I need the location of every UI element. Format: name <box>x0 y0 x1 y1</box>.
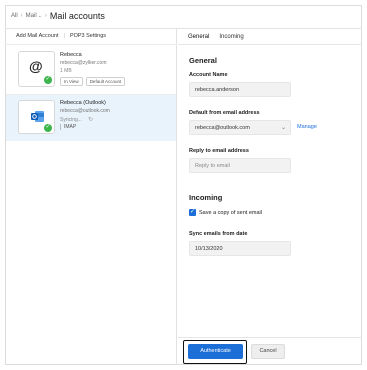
authenticate-button[interactable]: Authenticate <box>188 344 243 359</box>
page-title: Mail accounts <box>49 11 105 21</box>
account-name: Rebecca (Outlook) <box>60 100 106 106</box>
check-icon: ✓ <box>43 123 53 133</box>
save-copy-label: Save a copy of sent email <box>199 209 262 216</box>
account-avatar: ✓ <box>18 100 55 134</box>
reply-to-label: Reply to email address <box>189 148 249 154</box>
general-section-title: General <box>189 56 217 65</box>
add-mail-account-button[interactable]: Add Mail Account <box>16 33 59 39</box>
check-icon: ✓ <box>43 75 53 85</box>
account-chips: In View Default Account <box>60 77 126 86</box>
account-size: 1 MB <box>60 68 72 74</box>
incoming-section-title: Incoming <box>189 193 223 202</box>
account-item-rebecca-outlook[interactable]: ✓ Rebecca (Outlook) rebecca@outlook.com … <box>6 95 176 141</box>
manage-link[interactable]: Manage <box>297 124 317 130</box>
account-name: Rebecca <box>60 52 82 58</box>
account-email: rebecca@outlook.com <box>60 108 110 114</box>
in-view-chip: In View <box>60 77 83 86</box>
breadcrumb-item-all[interactable]: All <box>11 13 18 19</box>
breadcrumb: All › Mail ⌄ › Mail accounts <box>11 8 105 24</box>
chevron-down-icon[interactable]: ⌄ <box>38 13 42 19</box>
default-from-label: Default from email address <box>189 110 260 116</box>
default-from-select[interactable]: rebecca@outlook.com ⌄ <box>189 120 291 135</box>
breadcrumb-item-mail[interactable]: Mail <box>26 13 37 19</box>
cancel-button[interactable]: Cancel <box>251 344 285 359</box>
protocol-tag: IMAP <box>60 124 76 130</box>
toolbar-separator: | <box>63 33 65 39</box>
reply-to-input[interactable]: Reply to email <box>189 158 291 173</box>
breadcrumb-separator: › <box>20 13 23 19</box>
accounts-toolbar: Add Mail Account | POP3 Settings <box>16 33 106 39</box>
account-name-input[interactable]: rebecca.anderson <box>189 82 291 97</box>
footer-divider <box>178 337 361 338</box>
at-icon: @ <box>29 58 43 74</box>
default-from-value: rebecca@outlook.com <box>195 125 250 131</box>
outlook-icon <box>31 111 44 122</box>
tab-incoming[interactable]: Incoming <box>219 31 243 45</box>
breadcrumb-separator: › <box>44 13 47 19</box>
sync-from-label: Sync emails from date <box>189 231 248 237</box>
account-name-label: Account Name <box>189 72 228 78</box>
account-email: rebecca@zylker.com <box>60 60 107 66</box>
account-avatar: @ ✓ <box>18 51 55 87</box>
account-item-rebecca[interactable]: @ ✓ Rebecca rebecca@zylker.com 1 MB In V… <box>6 46 176 94</box>
pop3-settings-button[interactable]: POP3 Settings <box>70 33 106 39</box>
sync-status-text: Syncing... <box>60 117 82 123</box>
save-copy-option[interactable]: ✓ Save a copy of sent email <box>189 209 262 216</box>
sync-icon[interactable]: ↻ <box>88 116 93 123</box>
toolbar-divider <box>5 44 177 45</box>
tab-general[interactable]: General <box>188 31 210 45</box>
chevron-down-icon: ⌄ <box>280 125 286 131</box>
settings-tabs: General Incoming <box>188 31 254 45</box>
account-sync-status: Syncing... ↻ <box>60 116 93 123</box>
save-copy-checkbox[interactable]: ✓ <box>189 209 196 216</box>
default-account-chip: Default Account <box>85 77 126 86</box>
sync-from-date-input[interactable]: 10/13/2020 <box>189 241 291 256</box>
tabs-divider <box>178 44 361 45</box>
